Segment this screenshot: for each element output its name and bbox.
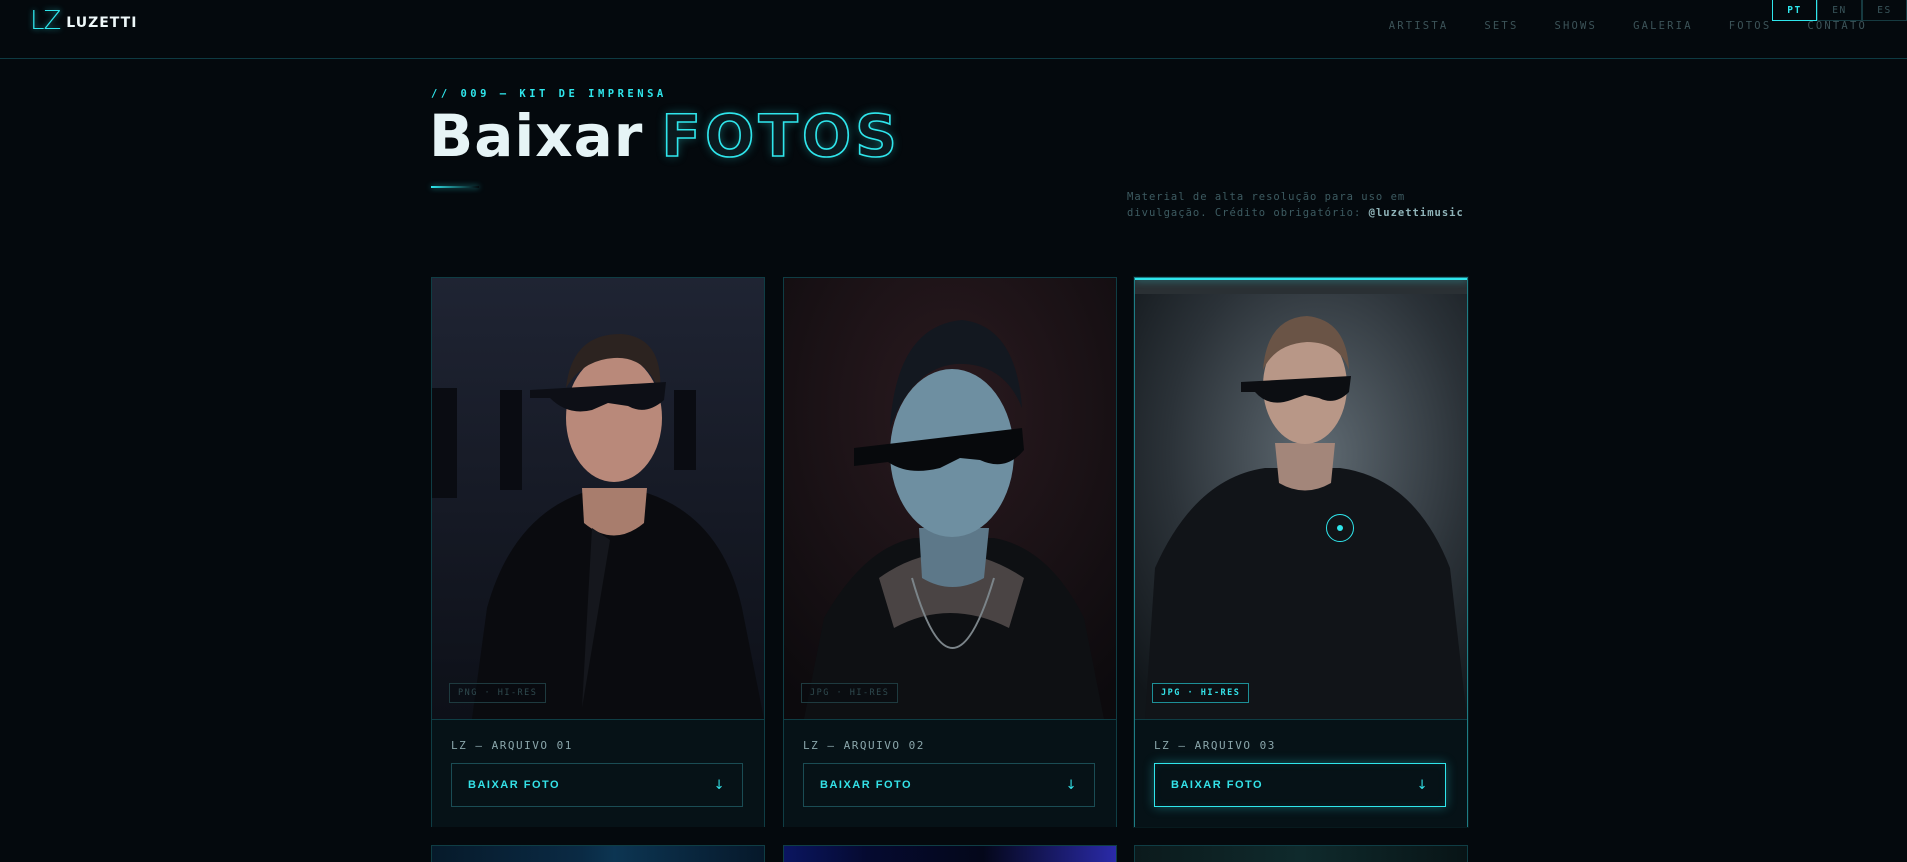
photo-card-2: JPG · HI-RES LZ — ARQUIVO 02 BAIXAR FOTO… (783, 277, 1117, 827)
title-outline: FOTOS (661, 102, 901, 170)
card-body-2: LZ — ARQUIVO 02 BAIXAR FOTO ↓ (784, 719, 1116, 827)
format-badge-2: JPG · HI-RES (801, 683, 899, 703)
card-title-3: LZ — ARQUIVO 03 (1154, 739, 1276, 752)
photo-2: JPG · HI-RES (784, 278, 1116, 719)
lang-button-es[interactable]: ES (1862, 0, 1907, 21)
page-title: Baixar FOTOS (429, 102, 901, 170)
logo-text: LUZETTI (66, 15, 138, 31)
main-nav: ARTISTA SETS SHOWS GALERIA FOTOS CONTATO (1389, 20, 1867, 32)
photo-card-3: JPG · HI-RES LZ — ARQUIVO 03 BAIXAR FOTO… (1134, 277, 1468, 827)
download-arrow-icon: ↓ (1416, 777, 1429, 793)
card-body-3: LZ — ARQUIVO 03 BAIXAR FOTO ↓ (1135, 719, 1467, 827)
portrait-2-image (784, 278, 1116, 719)
photo-card-1: PNG · HI-RES LZ — ARQUIVO 01 BAIXAR FOTO… (431, 277, 765, 827)
nav-item-shows[interactable]: SHOWS (1554, 20, 1597, 32)
download-button-1[interactable]: BAIXAR FOTO ↓ (451, 763, 743, 807)
site-header: LZ LUZETTI ARTISTA SETS SHOWS GALERIA FO… (0, 0, 1907, 59)
nav-item-artista[interactable]: ARTISTA (1389, 20, 1449, 32)
portrait-1-image (432, 278, 764, 719)
card-title-2: LZ — ARQUIVO 02 (803, 739, 925, 752)
description-text: Material de alta resolução para uso em d… (1127, 191, 1406, 219)
active-topline (1135, 278, 1467, 280)
logo-mark: LZ (30, 6, 61, 36)
photo-3: JPG · HI-RES (1135, 278, 1467, 719)
portrait-3-image (1135, 278, 1467, 719)
title-underline (431, 186, 479, 188)
download-arrow-icon: ↓ (1065, 777, 1078, 793)
format-badge-3: JPG · HI-RES (1152, 683, 1250, 703)
format-badge-1: PNG · HI-RES (449, 683, 547, 703)
lang-button-pt[interactable]: PT (1772, 0, 1817, 21)
section-description: Material de alta resolução para uso em d… (1127, 189, 1467, 221)
nav-item-contato[interactable]: CONTATO (1807, 20, 1867, 32)
nav-item-fotos[interactable]: FOTOS (1729, 20, 1772, 32)
title-solid: Baixar (429, 102, 644, 170)
card-title-1: LZ — ARQUIVO 01 (451, 739, 573, 752)
photo-card-5-peek[interactable] (783, 845, 1117, 862)
download-label-2: BAIXAR FOTO (820, 779, 913, 791)
download-button-2[interactable]: BAIXAR FOTO ↓ (803, 763, 1095, 807)
photo-card-6-peek[interactable] (1134, 845, 1468, 862)
language-switcher: PT EN ES (1772, 0, 1907, 21)
download-arrow-icon: ↓ (713, 777, 726, 793)
nav-item-galeria[interactable]: GALERIA (1633, 20, 1693, 32)
nav-item-sets[interactable]: SETS (1484, 20, 1518, 32)
section-eyebrow: // 009 — KIT DE IMPRENSA (431, 88, 667, 100)
download-button-3[interactable]: BAIXAR FOTO ↓ (1154, 763, 1446, 807)
download-label-3: BAIXAR FOTO (1171, 779, 1264, 791)
custom-cursor (1326, 514, 1354, 542)
photo-card-4-peek[interactable] (431, 845, 765, 862)
lang-button-en[interactable]: EN (1817, 0, 1862, 21)
photo-1: PNG · HI-RES (432, 278, 764, 719)
credit-handle: @luzettimusic (1368, 207, 1464, 219)
card-body-1: LZ — ARQUIVO 01 BAIXAR FOTO ↓ (432, 719, 764, 827)
logo[interactable]: LZ LUZETTI (30, 8, 137, 34)
download-label-1: BAIXAR FOTO (468, 779, 561, 791)
